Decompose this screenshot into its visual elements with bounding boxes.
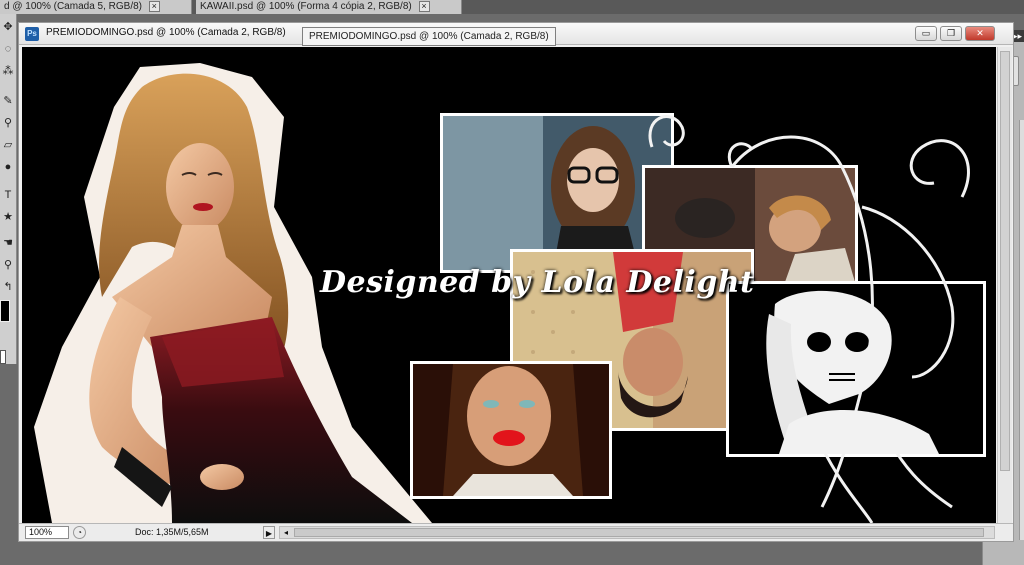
photo-red-lips-model — [410, 361, 612, 499]
scroll-left-icon[interactable]: ◂ — [280, 527, 292, 538]
image-canvas[interactable]: Designed by Lola Delight — [22, 47, 996, 523]
swirl-decoration — [648, 115, 970, 523]
type-icon[interactable]: T — [1, 188, 15, 202]
window-title: PREMIODOMINGO.psd @ 100% (Camada 2, RGB/… — [46, 27, 286, 38]
tab-document-1[interactable]: d @ 100% (Camada 5, RGB/8) × — [0, 0, 192, 14]
designer-signature: Designed by Lola Delight — [320, 265, 755, 300]
restore-button[interactable]: ❐ — [940, 26, 962, 41]
move-icon[interactable]: ✥ — [1, 20, 15, 34]
minimize-button[interactable]: ▭ — [915, 26, 937, 41]
tools-panel: ✥ ◌ ⁂ ✎ ⚲ ▱ ● T ★ ☚ ⚲ ↰ — [0, 14, 17, 364]
foreground-color-swatch[interactable] — [0, 300, 10, 322]
scroll-thumb[interactable] — [294, 528, 984, 537]
document-size-info: Doc: 1,35M/5,65M — [135, 527, 209, 537]
vertical-scrollbar[interactable] — [997, 47, 1012, 523]
lasso-icon[interactable]: ◌ — [1, 42, 15, 56]
shape-icon[interactable]: ★ — [1, 210, 15, 224]
scroll-thumb[interactable] — [1000, 51, 1010, 471]
close-icon[interactable]: × — [418, 0, 430, 12]
brush-icon[interactable]: ✎ — [1, 94, 15, 108]
hand-icon[interactable]: ☚ — [1, 236, 15, 250]
tab-label: d @ 100% (Camada 5, RGB/8) — [4, 1, 142, 12]
dodge-icon[interactable]: ● — [1, 160, 15, 174]
tab-label: KAWAII.psd @ 100% (Forma 4 cópia 2, RGB/… — [200, 1, 412, 12]
status-bar: 100% ◔ Doc: 1,35M/5,65M ▶ ◂ — [19, 523, 1013, 541]
eraser-icon[interactable]: ▱ — [1, 138, 15, 152]
zoom-input[interactable]: 100% — [25, 526, 69, 539]
photoshop-icon: Ps — [25, 27, 39, 41]
swap-colors-icon[interactable]: ↰ — [1, 280, 15, 294]
close-icon[interactable]: × — [148, 0, 160, 12]
stamp-icon[interactable]: ⚲ — [1, 116, 15, 130]
zoom-icon[interactable]: ⚲ — [1, 258, 15, 272]
document-tab-bar: d @ 100% (Camada 5, RGB/8) × KAWAII.psd … — [0, 0, 1024, 14]
close-button[interactable]: ✕ — [965, 26, 995, 41]
horizontal-scrollbar[interactable]: ◂ — [279, 526, 995, 539]
wand-icon[interactable]: ⁂ — [1, 64, 15, 78]
document-window: Ps PREMIODOMINGO.psd @ 100% (Camada 2, R… — [18, 22, 1014, 542]
window-title-tooltip: PREMIODOMINGO.psd @ 100% (Camada 2, RGB/… — [302, 27, 556, 46]
zoom-options-icon[interactable]: ◔ — [73, 526, 86, 539]
background-color-swatch[interactable] — [0, 350, 6, 364]
dock-scroll-strip — [1019, 120, 1024, 540]
status-menu-arrow-icon[interactable]: ▶ — [263, 526, 275, 539]
tab-document-2[interactable]: KAWAII.psd @ 100% (Forma 4 cópia 2, RGB/… — [196, 0, 462, 14]
